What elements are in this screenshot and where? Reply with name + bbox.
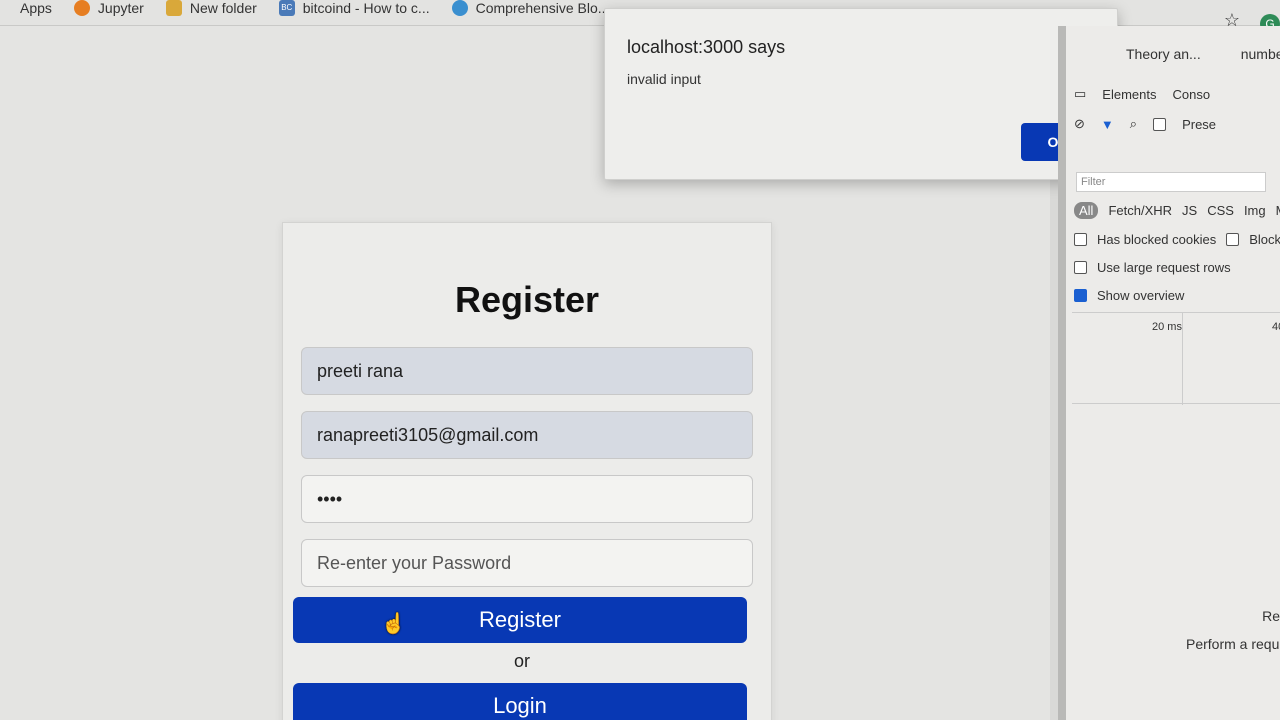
globe-icon [451, 0, 468, 16]
bookmark-bitcoind[interactable]: BC bitcoind - How to c... [278, 0, 430, 16]
bookmark-jupyter[interactable]: Jupyter [73, 0, 144, 16]
show-overview-option: Show overview [1074, 288, 1184, 303]
password-field[interactable]: •••• [301, 475, 753, 523]
bookmark-label: Jupyter [97, 0, 144, 16]
or-separator: or [513, 651, 530, 671]
blocked-cookies-label: Has blocked cookies [1097, 232, 1217, 247]
large-rows-label: Use large request rows [1097, 260, 1231, 275]
overview-tick-40: 40 [1272, 321, 1280, 333]
type-filters: All Fetch/XHR JS CSS Img M [1074, 202, 1280, 219]
devtools-bookmarks: Theory an... number [1126, 46, 1280, 62]
alert-dialog: localhost:3000 says invalid input OK [604, 8, 1118, 180]
filter-input[interactable]: Filter [1076, 172, 1266, 192]
preserve-log-label: Prese [1182, 116, 1217, 132]
type-all[interactable]: All [1074, 202, 1099, 219]
tab-elements[interactable]: Elements [1102, 87, 1156, 102]
preserve-log-checkbox[interactable] [1153, 117, 1167, 131]
show-overview-checkbox[interactable] [1074, 289, 1087, 302]
bc-icon: BC [278, 0, 295, 16]
type-media[interactable]: M [1276, 203, 1280, 218]
bookmark-label: Comprehensive Blo... [475, 0, 610, 16]
search-icon[interactable]: ⌕ [1130, 116, 1137, 132]
devtools-tabs: ▭ Elements Conso [1074, 86, 1210, 102]
bookmark-theory[interactable]: Theory an... [1126, 46, 1201, 62]
large-rows-option: Use large request rows [1074, 260, 1231, 275]
bookmark-apps[interactable]: Apps [20, 0, 52, 16]
type-fetch[interactable]: Fetch/XHR [1108, 203, 1172, 218]
tab-console[interactable]: Conso [1173, 87, 1211, 102]
dialog-message: invalid input [627, 71, 701, 87]
overview-gridline [1182, 313, 1183, 405]
folder-icon [165, 0, 182, 16]
filter-icon[interactable]: ▼ [1101, 117, 1114, 132]
type-css[interactable]: CSS [1207, 203, 1234, 218]
register-button[interactable]: Register [293, 597, 747, 643]
device-toggle-icon[interactable]: ▭ [1074, 86, 1086, 102]
jupyter-icon [73, 0, 90, 16]
confirm-password-field[interactable]: Re-enter your Password [301, 539, 753, 587]
blocked-cookies-checkbox[interactable] [1074, 233, 1087, 246]
type-js[interactable]: JS [1182, 203, 1197, 218]
devtools-panel: Theory an... number ▭ Elements Conso ⊘ ▼… [1058, 26, 1280, 720]
blocked-cookies-option: Has blocked cookies Block [1074, 232, 1280, 247]
register-card: Register preeti rana ranapreeti3105@gmai… [282, 222, 772, 720]
network-overview: 20 ms 40 [1072, 312, 1280, 405]
block-icon[interactable]: ⊘ [1074, 116, 1085, 132]
large-rows-checkbox[interactable] [1074, 261, 1087, 274]
perform-request-hint: Perform a reque [1186, 636, 1280, 652]
hand-cursor-icon: ☝ [381, 613, 406, 635]
overview-tick-20: 20 ms [1152, 321, 1182, 333]
filter-placeholder: Filter [1081, 176, 1106, 188]
bookmark-label: New folder [189, 0, 257, 16]
bookmark-label: Apps [20, 0, 52, 16]
dialog-title: localhost:3000 says [627, 37, 786, 57]
login-button[interactable]: Login [293, 683, 747, 720]
bookmark-label: bitcoind - How to c... [302, 0, 430, 16]
bookmark-new-folder[interactable]: New folder [165, 0, 257, 16]
type-img[interactable]: Img [1244, 203, 1266, 218]
bookmark-comprehensive[interactable]: Comprehensive Blo... [451, 0, 610, 16]
show-overview-label: Show overview [1097, 288, 1185, 303]
reload-hint: Re [1262, 608, 1280, 624]
blocked-requests-label: Block [1249, 232, 1280, 247]
email-field[interactable]: ranapreeti3105@gmail.com [301, 411, 753, 459]
blocked-requests-checkbox[interactable] [1226, 233, 1240, 246]
bookmark-number[interactable]: number [1241, 46, 1280, 62]
devtools-toolbar: ⊘ ▼ ⌕ Prese [1074, 116, 1216, 132]
name-field[interactable]: preeti rana [301, 347, 753, 395]
page-title: Register [454, 279, 600, 320]
